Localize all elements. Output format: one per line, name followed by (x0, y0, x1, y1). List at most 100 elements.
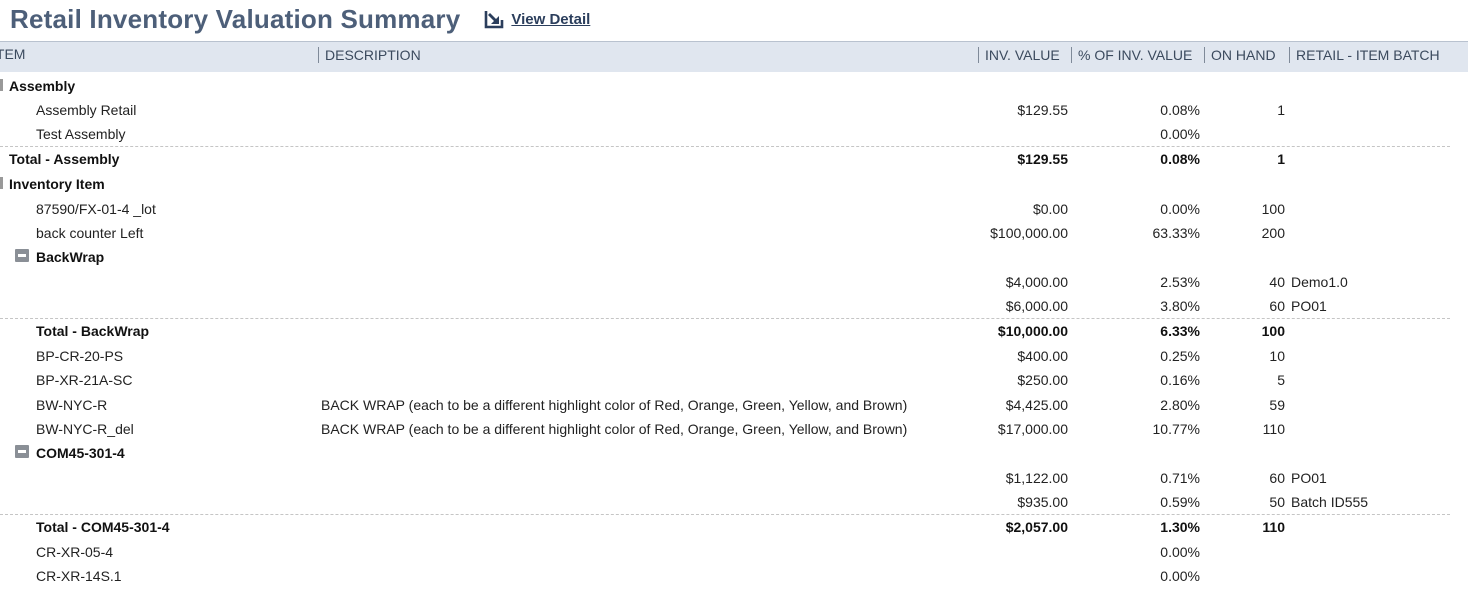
inv-value-cell: $100,000.00 (990, 225, 1068, 241)
pct-cell: 0.59% (1160, 494, 1200, 510)
total-row: Total - COM45-301-4 $2,057.00 1.30% 110 (0, 514, 1450, 539)
total-label: Total - COM45-301-4 (36, 519, 170, 535)
collapse-icon[interactable] (15, 445, 29, 458)
table-row[interactable]: Test Assembly 0.00% (0, 122, 1450, 146)
inv-value-cell: $4,000.00 (1005, 274, 1068, 290)
pct-cell: 1.30% (1160, 519, 1200, 535)
table-row[interactable]: Assembly Retail $129.55 0.08% 1 (0, 98, 1450, 122)
pct-cell: 6.33% (1160, 323, 1200, 339)
column-header-pct-inv-value[interactable]: % OF INV. VALUE (1071, 47, 1192, 63)
on-hand-cell: 59 (1269, 397, 1285, 413)
pct-cell: 3.80% (1160, 298, 1200, 314)
item-cell[interactable]: Test Assembly (36, 125, 125, 143)
group-row-inventory-item[interactable]: Inventory Item (0, 172, 1450, 196)
table-row[interactable]: BP-XR-21A-SC $250.00 0.16% 5 (0, 368, 1450, 392)
group-label: Inventory Item (9, 176, 105, 192)
item-cell[interactable]: CR-XR-05-4 (36, 543, 113, 561)
column-header-on-hand[interactable]: ON HAND (1204, 47, 1276, 63)
total-row: Total - BackWrap $10,000.00 6.33% 100 (0, 318, 1450, 343)
column-header-inv-value[interactable]: INV. VALUE (978, 47, 1060, 63)
inv-value-cell: $2,057.00 (1005, 519, 1068, 535)
inv-value-cell: $4,425.00 (1005, 397, 1068, 413)
on-hand-cell: 5 (1277, 372, 1285, 388)
inv-value-cell: $0.00 (1032, 201, 1068, 217)
inv-value-cell: $129.55 (1017, 102, 1068, 118)
on-hand-cell: 100 (1261, 201, 1285, 217)
item-cell[interactable]: BP-CR-20-PS (36, 347, 123, 365)
table-row[interactable]: BP-CR-20-PS $400.00 0.25% 10 (0, 344, 1450, 368)
inv-value-cell: $129.55 (1017, 151, 1068, 167)
column-header-item[interactable]: ITEM (0, 44, 25, 64)
pct-cell: 0.25% (1160, 348, 1200, 364)
table-row[interactable]: back counter Left $100,000.00 63.33% 200 (0, 221, 1450, 245)
pct-cell: 0.16% (1160, 372, 1200, 388)
inv-value-cell: $6,000.00 (1005, 298, 1068, 314)
inv-value-cell: $1,122.00 (1005, 470, 1068, 486)
description-cell: BACK WRAP (each to be a different highli… (321, 421, 908, 437)
view-detail-label[interactable]: View Detail (511, 11, 590, 28)
on-hand-cell: 110 (1262, 519, 1285, 535)
page-title: Retail Inventory Valuation Summary (10, 3, 461, 34)
pct-cell: 0.71% (1160, 470, 1200, 486)
on-hand-cell: 110 (1262, 421, 1285, 437)
total-label: Total - BackWrap (36, 323, 150, 339)
subgroup-row-backwrap[interactable]: BackWrap (0, 245, 1450, 269)
pct-cell: 10.77% (1152, 421, 1200, 437)
on-hand-cell: 1 (1277, 151, 1285, 167)
batch-cell: Batch ID555 (1291, 494, 1369, 510)
inv-value-cell: $400.00 (1017, 348, 1068, 364)
subgroup-row-com45[interactable]: COM45-301-4 (0, 441, 1450, 465)
item-cell[interactable]: back counter Left (36, 224, 143, 242)
total-row: Total - Assembly $129.55 0.08% 1 (0, 146, 1450, 171)
pct-cell: 2.53% (1160, 274, 1200, 290)
pct-cell: 63.33% (1152, 225, 1200, 241)
pct-cell: 0.08% (1160, 102, 1200, 118)
inv-value-cell: $10,000.00 (997, 323, 1068, 339)
item-cell[interactable]: BW-NYC-R_del (36, 420, 134, 438)
subgroup-label: COM45-301-4 (36, 445, 125, 461)
batch-cell: Demo1.0 (1291, 274, 1348, 290)
group-row-assembly[interactable]: Assembly (0, 74, 1450, 98)
group-marker (0, 177, 3, 189)
total-label: Total - Assembly (9, 151, 120, 167)
inv-value-cell: $935.00 (1017, 494, 1068, 510)
on-hand-cell: 60 (1269, 298, 1285, 314)
item-cell[interactable]: 87590/FX-01-4 _lot (36, 200, 156, 218)
batch-row[interactable]: $935.00 0.59% 50 Batch ID555 (0, 490, 1450, 514)
inv-value-cell: $17,000.00 (997, 421, 1068, 437)
batch-row[interactable]: $4,000.00 2.53% 40 Demo1.0 (0, 270, 1450, 294)
batch-row[interactable]: $6,000.00 3.80% 60 PO01 (0, 294, 1450, 318)
table-row[interactable]: CR-XR-05-4 0.00% (0, 540, 1450, 564)
pct-cell: 2.80% (1160, 397, 1200, 413)
item-cell[interactable]: BW-NYC-R (36, 396, 107, 414)
pct-cell: 0.00% (1160, 126, 1200, 142)
inv-value-cell: $250.00 (1017, 372, 1068, 388)
table-header: ITEM DESCRIPTION INV. VALUE % OF INV. VA… (0, 41, 1468, 72)
on-hand-cell: 1 (1277, 102, 1285, 118)
column-header-description[interactable]: DESCRIPTION (318, 47, 421, 63)
group-marker (0, 79, 3, 91)
table-row[interactable]: 87590/FX-01-4 _lot $0.00 0.00% 100 (0, 197, 1450, 221)
on-hand-cell: 200 (1261, 225, 1285, 241)
collapse-icon[interactable] (15, 249, 29, 262)
table-row[interactable]: CR-XR-14S.1 0.00% (0, 564, 1450, 588)
item-cell[interactable]: BP-XR-21A-SC (36, 371, 132, 389)
description-cell: BACK WRAP (each to be a different highli… (321, 397, 908, 413)
on-hand-cell: 60 (1269, 470, 1285, 486)
column-header-retail-item-batch[interactable]: RETAIL - ITEM BATCH (1289, 47, 1440, 63)
item-cell[interactable]: CR-XR-14S.1 (36, 567, 122, 585)
external-link-arrow-icon (485, 11, 504, 29)
table-row[interactable]: BW-NYC-R_del BACK WRAP (each to be a dif… (0, 417, 1450, 441)
title-bar: Retail Inventory Valuation Summary View … (10, 0, 590, 38)
view-detail-link[interactable]: View Detail (484, 9, 590, 29)
on-hand-cell: 100 (1261, 323, 1285, 339)
pct-cell: 0.08% (1160, 151, 1200, 167)
pct-cell: 0.00% (1160, 568, 1200, 584)
on-hand-cell: 10 (1269, 348, 1285, 364)
table-row[interactable]: BW-NYC-R BACK WRAP (each to be a differe… (0, 393, 1450, 417)
item-cell[interactable]: Assembly Retail (36, 101, 136, 119)
on-hand-cell: 50 (1269, 494, 1285, 510)
batch-row[interactable]: $1,122.00 0.71% 60 PO01 (0, 466, 1450, 490)
subgroup-label: BackWrap (36, 249, 105, 265)
pct-cell: 0.00% (1160, 544, 1200, 560)
